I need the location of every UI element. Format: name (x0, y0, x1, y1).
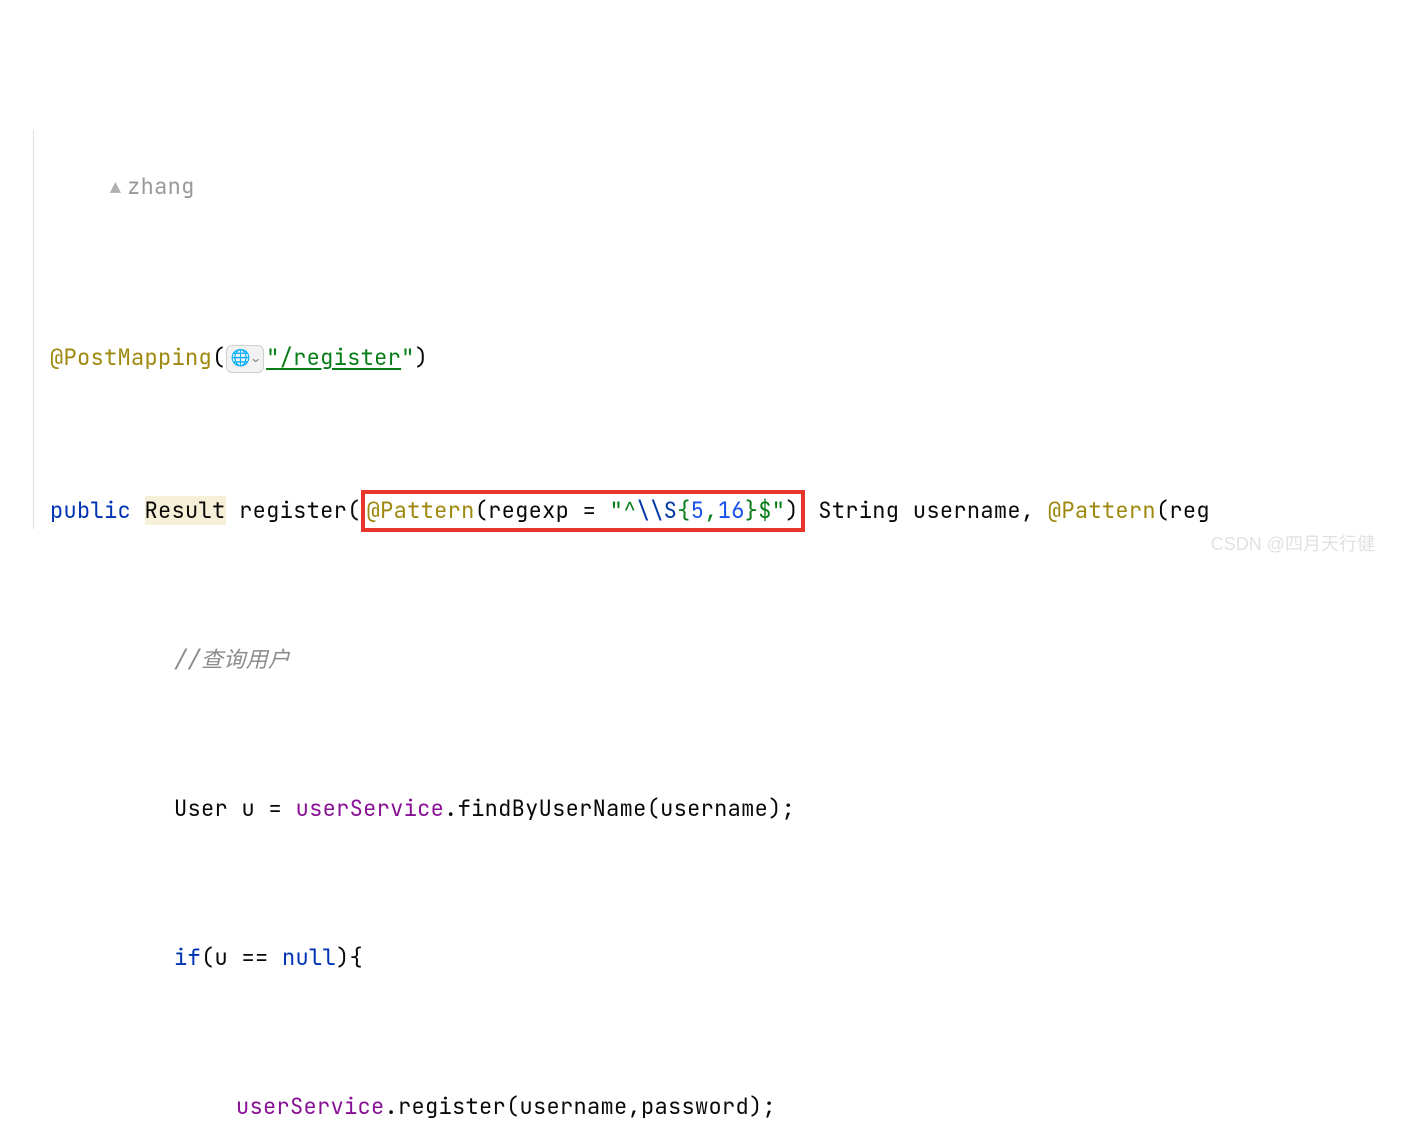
code-line-postmapping[interactable]: @PostMapping(🌐⌄"/register") (0, 341, 1403, 388)
comment-1: //查询用户 (174, 645, 290, 674)
anno-postmapping: @PostMapping (50, 343, 212, 372)
param-type-1: String (818, 496, 899, 525)
pattern-open: "^ (610, 496, 637, 525)
url-helper-button[interactable]: 🌐⌄ (226, 345, 265, 373)
url-open-quote: " (266, 343, 280, 372)
author-icon: ▲ (110, 175, 121, 203)
pattern-num1: 5 (691, 496, 705, 525)
code-line-if[interactable]: if(u == null){ (0, 941, 1403, 988)
kw-if: if (174, 943, 201, 972)
globe-icon: 🌐 (231, 346, 251, 371)
pattern-brace-o: { (677, 496, 691, 525)
pattern-comma: , (704, 496, 718, 525)
author-label: zhang (127, 172, 195, 201)
regexp-param: regexp = (488, 496, 610, 525)
kw-null: null (282, 943, 336, 972)
author-annotation-line: ▲zhang (0, 136, 1403, 238)
if-cond-close: ){ (336, 943, 363, 972)
code-line-comment[interactable]: //查询用户 (0, 643, 1403, 690)
pattern-num2: 16 (718, 496, 745, 525)
param-name-1: username (913, 496, 1021, 525)
eq1: = (255, 794, 296, 823)
code-line-signature[interactable]: public Result register(@Pattern(regexp =… (0, 490, 1403, 540)
find-by-call: .findByUserName(username); (444, 794, 795, 823)
register-call: .register(username,password); (385, 1092, 777, 1121)
method-register: register (239, 496, 347, 525)
kw-public: public (50, 496, 131, 525)
var-u: u (242, 794, 256, 823)
watermark: CSDN @四月天行健 (1211, 531, 1375, 559)
url-close-quote: " (401, 343, 415, 372)
field-user-service: userService (296, 794, 445, 823)
chevron-down-icon: ⌄ (253, 351, 259, 367)
param-tail: reg (1169, 496, 1210, 525)
code-line-user-decl[interactable]: User u = userService.findByUserName(user… (0, 792, 1403, 839)
field-user-service-2: userService (236, 1092, 385, 1121)
type-result: Result (145, 496, 226, 525)
pattern-escape: \\S (637, 496, 678, 525)
highlight-box: @Pattern(regexp = "^\\S{5,16}$") (361, 490, 805, 532)
anno-pattern-2: @Pattern (1048, 496, 1156, 525)
anno-pattern-1: @Pattern (367, 496, 475, 525)
url-path: /register (280, 343, 402, 372)
code-line-register-call[interactable]: userService.register(username,password); (0, 1090, 1403, 1137)
pattern-brace-c: } (745, 496, 759, 525)
code-editor[interactable]: ▲zhang @PostMapping(🌐⌄"/register") publi… (0, 0, 1403, 1138)
pattern-end: $" (758, 496, 785, 525)
type-user: User (174, 794, 228, 823)
if-cond-open: (u == (201, 943, 282, 972)
